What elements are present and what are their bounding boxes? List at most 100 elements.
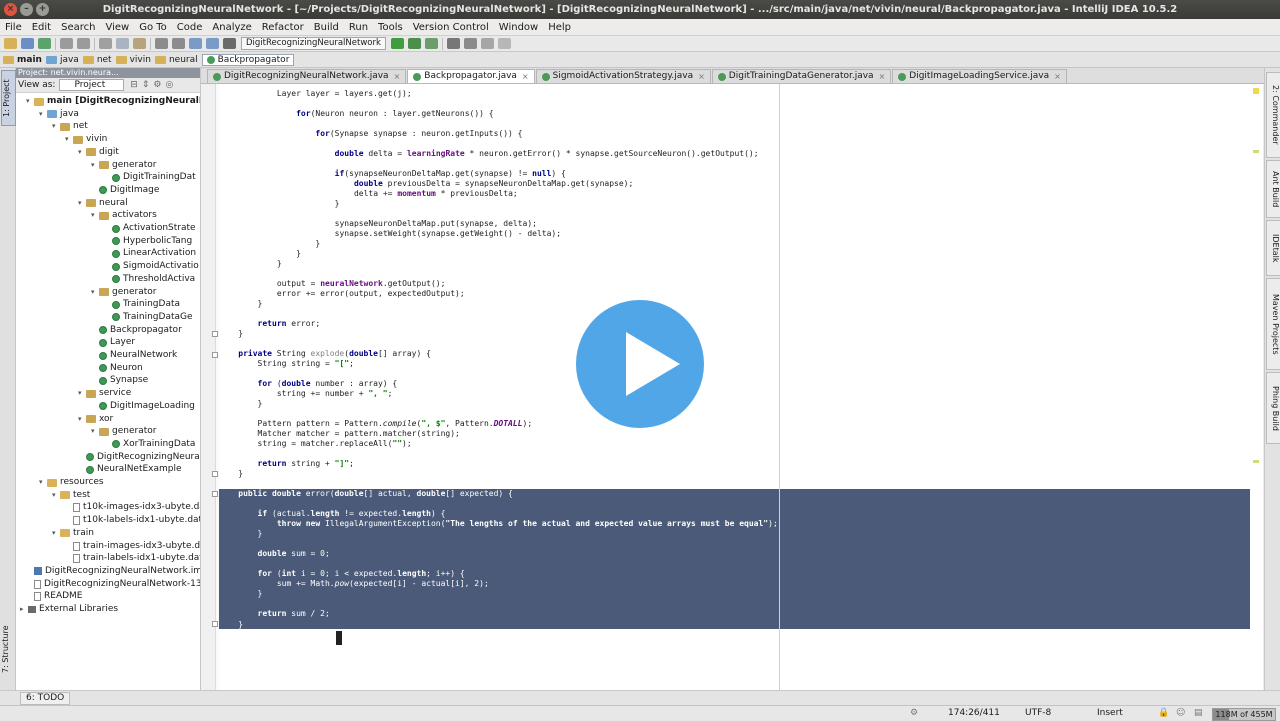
inspector-icon[interactable]: ☺ xyxy=(1176,708,1185,719)
tree-item-net[interactable]: ▾ net xyxy=(52,120,88,133)
tree-item-digittrainingdat[interactable]: DigitTrainingDat xyxy=(104,171,196,184)
editor-tab-digittrainingdatagenerator-java[interactable]: DigitTrainingDataGenerator.java × xyxy=(711,69,892,83)
expanded-arrow-icon[interactable]: ▾ xyxy=(91,159,99,172)
expanded-arrow-icon[interactable]: ▾ xyxy=(39,476,47,489)
menu-search[interactable]: Search xyxy=(56,22,100,33)
tree-item-hyperbolictang[interactable]: HyperbolicTang xyxy=(104,235,192,248)
tree-item-backpropagator[interactable]: Backpropagator xyxy=(91,324,182,337)
menu-code[interactable]: Code xyxy=(172,22,208,33)
caret-position[interactable]: 174:26/411 xyxy=(948,708,1000,719)
expanded-arrow-icon[interactable]: ▾ xyxy=(78,413,86,426)
expanded-arrow-icon[interactable]: ▾ xyxy=(78,387,86,400)
menu-tools[interactable]: Tools xyxy=(373,22,408,33)
video-play-button[interactable] xyxy=(567,291,713,437)
menu-build[interactable]: Build xyxy=(309,22,344,33)
tree-item-thresholdactiva[interactable]: ThresholdActiva xyxy=(104,273,195,286)
tree-item-train-labels-idx1-ubyte-dat[interactable]: train-labels-idx1-ubyte.dat xyxy=(65,552,200,565)
tree-item-t10k-labels-idx1-ubyte-dat[interactable]: t10k-labels-idx1-ubyte.dat xyxy=(65,514,200,527)
tab-maven-projects[interactable]: Maven Projects xyxy=(1266,278,1280,370)
open-icon[interactable] xyxy=(4,38,17,49)
change-marker[interactable] xyxy=(1253,460,1259,463)
tree-item-xortrainingdata[interactable]: XorTrainingData xyxy=(104,438,195,451)
menu-edit[interactable]: Edit xyxy=(27,22,56,33)
paste-icon[interactable] xyxy=(133,38,146,49)
tree-item-generator[interactable]: ▾ generator xyxy=(91,425,156,438)
tree-item-activators[interactable]: ▾ activators xyxy=(91,209,157,222)
tree-item-trainingdatage[interactable]: TrainingDataGe xyxy=(104,311,193,324)
tree-item-digit[interactable]: ▾ digit xyxy=(78,146,119,159)
close-window-icon[interactable]: × xyxy=(4,3,17,16)
tree-item-t10k-images-idx3-ubyte-dat[interactable]: t10k-images-idx3-ubyte.dat xyxy=(65,501,200,514)
find-icon[interactable] xyxy=(155,38,168,49)
copy-icon[interactable] xyxy=(116,38,129,49)
file-encoding[interactable]: UTF-8 xyxy=(1025,708,1051,719)
replace-icon[interactable] xyxy=(172,38,185,49)
expanded-arrow-icon[interactable]: ▾ xyxy=(65,133,73,146)
editor-tab-digitimageloadingservice-java[interactable]: DigitImageLoadingService.java × xyxy=(892,69,1067,83)
tree-item-main-digitrecognizingneuralnetw[interactable]: ▾ main [DigitRecognizingNeuralNetw xyxy=(26,95,200,108)
tab-structure-tool[interactable]: 7: Structure xyxy=(1,616,14,682)
close-tab-icon[interactable]: × xyxy=(522,70,529,83)
tree-item-readme[interactable]: README xyxy=(26,590,82,603)
cut-icon[interactable] xyxy=(99,38,112,49)
tree-item-layer[interactable]: Layer xyxy=(91,336,135,349)
gear-icon[interactable]: ⚙ xyxy=(910,708,918,719)
menu-go-to[interactable]: Go To xyxy=(134,22,172,33)
event-log-icon[interactable]: ▤ xyxy=(1194,708,1203,719)
run-configuration-select[interactable]: DigitRecognizingNeuralNetwork xyxy=(241,37,386,50)
breadcrumb-neural[interactable]: neural xyxy=(154,55,198,65)
autoscroll-icon[interactable]: ⇕ xyxy=(142,80,150,90)
close-tab-icon[interactable]: × xyxy=(698,70,705,83)
tree-item-linearactivation[interactable]: LinearActivation xyxy=(104,247,196,260)
help-icon[interactable] xyxy=(480,38,494,49)
forward-icon[interactable] xyxy=(206,38,219,49)
tree-item-digitrecognizingneura[interactable]: DigitRecognizingNeura xyxy=(78,451,200,464)
insert-mode[interactable]: Insert xyxy=(1097,708,1123,719)
tree-item-generator[interactable]: ▾ generator xyxy=(91,286,156,299)
tree-item-activationstrate[interactable]: ActivationStrate xyxy=(104,222,196,235)
memory-indicator[interactable]: 118M of 455M xyxy=(1212,708,1276,721)
expanded-arrow-icon[interactable]: ▾ xyxy=(52,489,60,502)
menu-view[interactable]: View xyxy=(100,22,134,33)
expanded-arrow-icon[interactable]: ▾ xyxy=(39,108,47,121)
tree-item-digitimageloading[interactable]: DigitImageLoading xyxy=(91,400,195,413)
tab-project-tool[interactable]: 1: Project xyxy=(1,70,16,126)
run-icon[interactable] xyxy=(390,38,404,49)
fold-marker-icon[interactable] xyxy=(212,471,218,477)
expanded-arrow-icon[interactable]: ▾ xyxy=(91,286,99,299)
back-icon[interactable] xyxy=(189,38,202,49)
expanded-arrow-icon[interactable]: ▾ xyxy=(52,527,60,540)
menu-run[interactable]: Run xyxy=(344,22,373,33)
menu-analyze[interactable]: Analyze xyxy=(207,22,256,33)
view-as-select[interactable]: Project xyxy=(59,79,125,91)
editor-gutter[interactable] xyxy=(201,84,216,690)
save-icon[interactable] xyxy=(21,38,34,49)
tree-item-train[interactable]: ▾ train xyxy=(52,527,94,540)
tree-item-generator[interactable]: ▾ generator xyxy=(91,159,156,172)
undo-icon[interactable] xyxy=(60,38,73,49)
tree-item-service[interactable]: ▾ service xyxy=(78,387,131,400)
coverage-icon[interactable] xyxy=(424,38,438,49)
expanded-arrow-icon[interactable]: ▾ xyxy=(52,120,60,133)
tree-item-resources[interactable]: ▾ resources xyxy=(39,476,104,489)
menu-window[interactable]: Window xyxy=(494,22,543,33)
tree-item-trainingdata[interactable]: TrainingData xyxy=(104,298,180,311)
collapsed-arrow-icon[interactable]: ▸ xyxy=(20,603,28,616)
tree-item-external-libraries[interactable]: ▸ External Libraries xyxy=(20,603,118,616)
minimize-window-icon[interactable]: – xyxy=(20,3,33,16)
code-editor[interactable]: Layer layer = layers.get(j); for(Neuron n… xyxy=(201,84,1263,690)
maximize-window-icon[interactable]: + xyxy=(36,3,49,16)
breadcrumb-backpropagator[interactable]: Backpropagator xyxy=(201,53,295,66)
tree-item-neuron[interactable]: Neuron xyxy=(91,362,143,375)
breadcrumb-java[interactable]: java xyxy=(45,55,79,65)
editor-tab-digitrecognizingneuralnetwork-java[interactable]: DigitRecognizingNeuralNetwork.java × xyxy=(207,69,407,83)
make-icon[interactable] xyxy=(223,38,236,49)
dropdown-icon[interactable] xyxy=(497,38,511,49)
tree-item-vivin[interactable]: ▾ vivin xyxy=(65,133,107,146)
tree-item-neuralnetwork[interactable]: NeuralNetwork xyxy=(91,349,177,362)
close-tab-icon[interactable]: × xyxy=(1054,70,1061,83)
tree-item-test[interactable]: ▾ test xyxy=(52,489,90,502)
close-tab-icon[interactable]: × xyxy=(394,70,401,83)
expanded-arrow-icon[interactable]: ▾ xyxy=(91,209,99,222)
lock-icon[interactable]: 🔒 xyxy=(1158,708,1169,719)
